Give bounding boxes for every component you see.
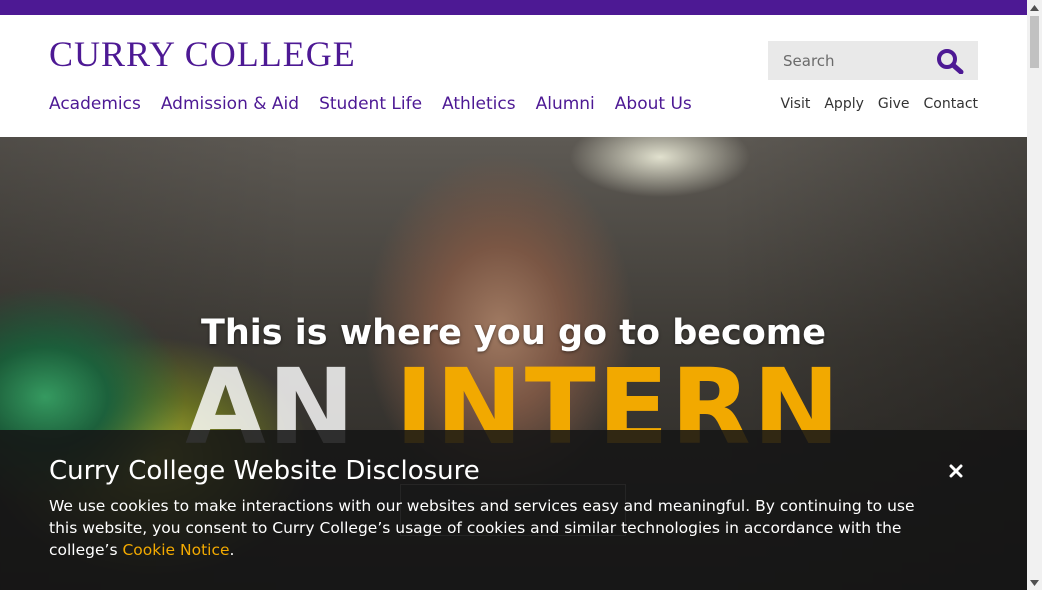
- scroll-down-arrow-icon[interactable]: [1027, 575, 1042, 590]
- cookie-banner-text: We use cookies to make interactions with…: [49, 495, 929, 561]
- close-icon: [949, 464, 963, 478]
- site-logo[interactable]: CURRY COLLEGE: [49, 36, 356, 72]
- site-header: CURRY COLLEGE Academics Admission & Aid …: [0, 15, 1027, 137]
- nav-alumni[interactable]: Alumni: [536, 94, 595, 114]
- cookie-close-button[interactable]: [945, 460, 967, 482]
- util-nav-visit[interactable]: Visit: [781, 96, 811, 112]
- util-nav-contact[interactable]: Contact: [924, 96, 978, 112]
- cookie-notice-link[interactable]: Cookie Notice: [122, 541, 229, 559]
- scrollbar-thumb[interactable]: [1030, 16, 1039, 68]
- nav-student-life[interactable]: Student Life: [319, 94, 422, 114]
- util-nav-apply[interactable]: Apply: [824, 96, 864, 112]
- cookie-banner: Curry College Website Disclosure We use …: [0, 430, 1027, 590]
- page-scrollbar[interactable]: [1027, 0, 1042, 590]
- search-button[interactable]: [936, 48, 964, 75]
- nav-about-us[interactable]: About Us: [615, 94, 692, 114]
- nav-academics[interactable]: Academics: [49, 94, 141, 114]
- cookie-banner-title: Curry College Website Disclosure: [49, 456, 480, 486]
- nav-admission-aid[interactable]: Admission & Aid: [161, 94, 299, 114]
- util-nav-give[interactable]: Give: [878, 96, 910, 112]
- scroll-up-arrow-icon[interactable]: [1027, 0, 1042, 15]
- search-icon: [937, 49, 964, 75]
- cookie-banner-trailing: .: [229, 541, 235, 559]
- nav-athletics[interactable]: Athletics: [442, 94, 516, 114]
- utility-nav: Visit Apply Give Contact: [767, 96, 978, 112]
- top-accent-bar: [0, 0, 1027, 15]
- main-nav: Academics Admission & Aid Student Life A…: [49, 94, 712, 114]
- search-box: [768, 41, 978, 80]
- search-input[interactable]: [768, 41, 928, 80]
